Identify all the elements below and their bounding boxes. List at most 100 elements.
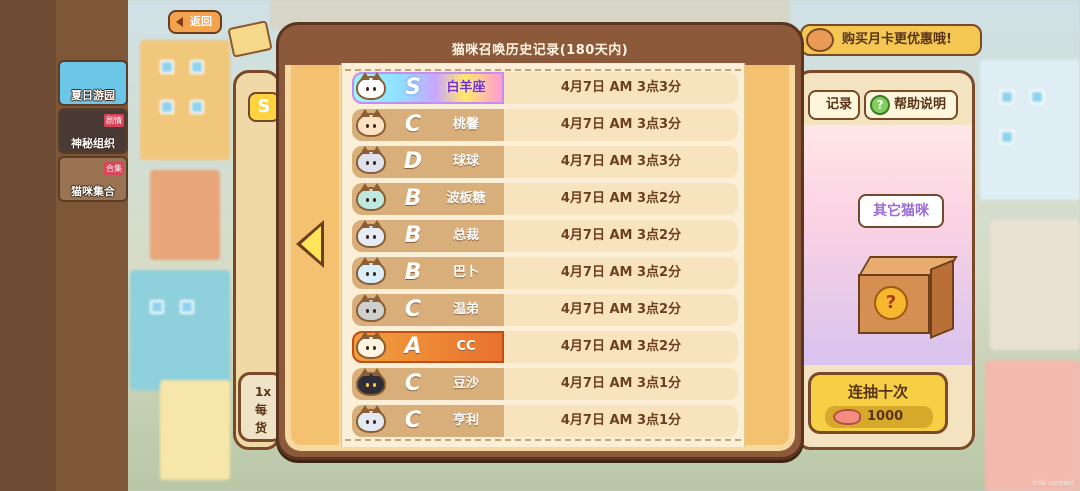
cat-avatar-icon [356,183,386,211]
ten-draw-cost: 1000 [825,406,933,428]
ten-draw-cost-value: 1000 [867,409,904,424]
history-row: B 总裁 4月7日 AM 3点2分 [352,220,738,252]
building [990,220,1080,350]
cat-name: 总裁 [452,228,479,243]
history-row: B 波板糖 4月7日 AM 3点2分 [352,183,738,215]
window [180,300,194,314]
back-button[interactable]: 返回 [168,10,222,34]
ten-draw-button[interactable]: 连抽十次 1000 [808,372,948,434]
history-row: C 亨利 4月7日 AM 3点1分 [352,405,738,437]
ten-draw-label: 连抽十次 [847,383,908,401]
grade-badge: C [404,371,422,396]
cat-name: 温弟 [452,302,479,317]
other-cats-label: 其它猫咪 [858,194,944,228]
grade-badge: A [404,334,422,359]
building [150,170,220,260]
arrow-fill [301,226,321,262]
grade-badge: B [404,223,422,248]
history-row: D 球球 4月7日 AM 3点3分 [352,146,738,178]
side-tab-mystery-org[interactable]: 剧情 神秘组织 [58,108,128,154]
summon-time: 4月7日 AM 3点1分 [560,413,682,428]
grade-badge: C [404,297,422,322]
chevron-left-icon[interactable] [292,218,332,272]
history-row: B 巴卜 4月7日 AM 3点2分 [352,257,738,289]
cat-name: 亨利 [452,413,479,428]
cat-name: 波板糖 [446,191,486,206]
side-tab-badge: 剧情 [104,114,124,127]
cat-face-icon [806,28,834,52]
watermark: trial version [1032,479,1074,487]
history-row: C 温弟 4月7日 AM 3点2分 [352,294,738,326]
grade-badge: D [403,149,423,174]
cat-avatar-icon [356,294,386,322]
side-tab-label: 夏日游园 [71,89,115,102]
back-arrow-icon [176,17,183,27]
summon-time: 4月7日 AM 3点2分 [560,191,682,206]
building [140,40,230,160]
question-mark-icon: ? [874,286,908,320]
side-tab-summer-park[interactable]: 夏日游园 [58,60,128,106]
window [190,60,204,74]
history-row: C 桃馨 4月7日 AM 3点3分 [352,109,738,141]
window [160,60,174,74]
grade-badge: S [405,75,421,100]
cat-avatar-icon [356,72,386,100]
side-tab-label: 猫咪集合 [71,185,115,198]
window [190,100,204,114]
window [150,300,164,314]
help-button[interactable]: ? 帮助说明 [864,90,958,120]
summon-time: 4月7日 AM 3点3分 [560,80,682,95]
grade-badge: B [404,186,422,211]
summon-time: 4月7日 AM 3点1分 [560,376,682,391]
cat-avatar-icon [356,220,386,248]
mystery-box-icon[interactable]: ? [850,250,958,339]
summon-time: 4月7日 AM 3点3分 [560,154,682,169]
window [1000,90,1014,104]
grade-badge: B [404,260,422,285]
window [1030,90,1044,104]
summon-time: 4月7日 AM 3点2分 [560,265,682,280]
building [980,60,1080,200]
cat-avatar-icon [356,257,386,285]
building [160,380,230,480]
grade-badge: C [404,408,422,433]
help-icon: ? [870,95,890,115]
cat-name: 巴卜 [452,265,479,280]
window [1000,130,1014,144]
summon-time: 4月7日 AM 3点2分 [560,339,682,354]
cat-name: CC [456,339,476,354]
history-row: A CC 4月7日 AM 3点2分 [352,331,738,363]
month-card-button[interactable]: 购买月卡更优惠哦! [800,24,982,56]
cat-name: 豆沙 [452,376,479,391]
modal-right-column [741,65,789,445]
records-button[interactable]: 记录 [808,90,860,120]
history-row: S 白羊座 4月7日 AM 3点3分 [352,72,738,104]
building [130,270,230,390]
cat-avatar-icon [356,368,386,396]
box-side [930,259,954,339]
month-card-label: 购买月卡更优惠哦! [842,32,952,47]
cat-name: 球球 [452,154,479,169]
summon-time: 4月7日 AM 3点2分 [560,302,682,317]
summon-time: 4月7日 AM 3点3分 [560,117,682,132]
cat-avatar-icon [356,109,386,137]
summon-time: 4月7日 AM 3点2分 [560,228,682,243]
window [160,100,174,114]
side-tab-label: 神秘组织 [71,137,115,150]
grade-badge: C [404,112,422,137]
left-rail [0,0,56,491]
cat-avatar-icon [356,146,386,174]
back-button-label: 返回 [190,15,212,28]
cat-name: 白羊座 [446,80,486,95]
building [985,360,1080,491]
fish-currency-icon [833,409,861,425]
side-tab-cat-gathering[interactable]: 合集 猫咪集合 [58,156,128,202]
cat-avatar-icon [356,331,386,359]
side-tab-badge: 合集 [104,162,124,175]
help-label: 帮助说明 [894,97,947,112]
cat-name: 桃馨 [452,117,479,132]
divider [345,69,741,71]
modal-title: 猫咪召唤历史记录(180天内) [451,43,629,58]
divider [345,439,741,441]
cat-avatar-icon [356,405,386,433]
